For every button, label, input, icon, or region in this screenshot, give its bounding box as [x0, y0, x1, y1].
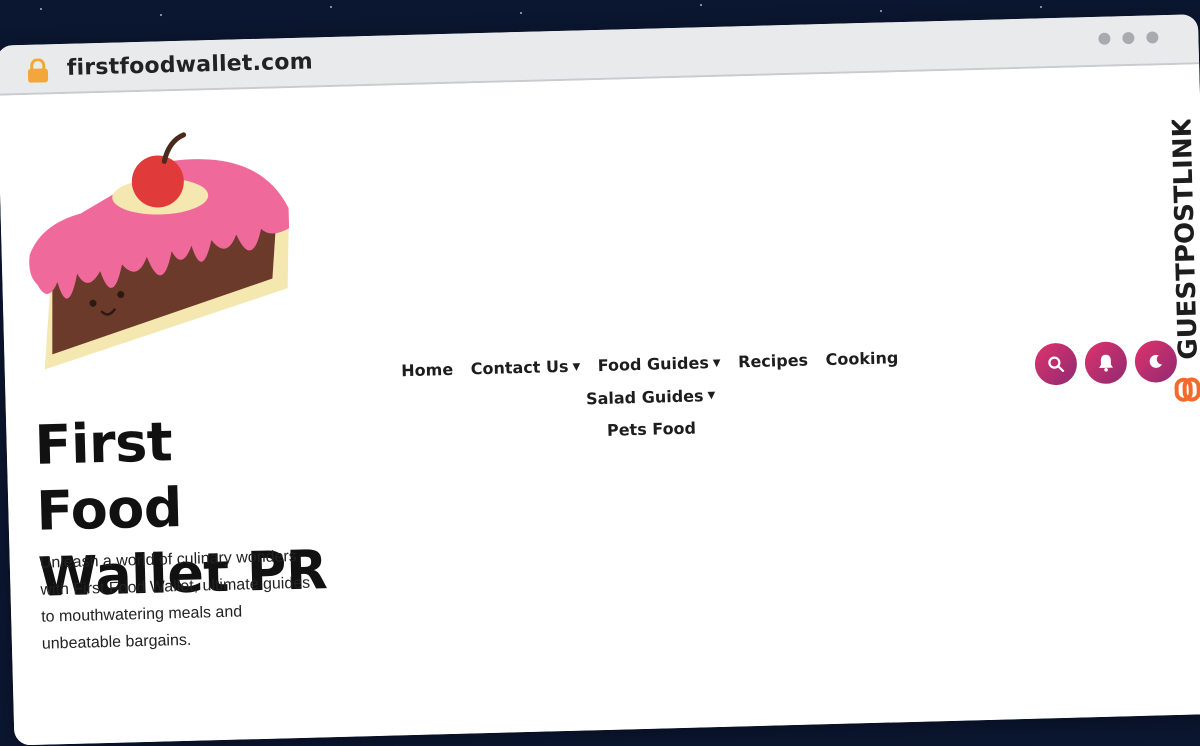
nav-item-food-guides[interactable]: Food Guides ▼	[597, 347, 721, 383]
nav-item-label: Pets Food	[606, 418, 697, 440]
url-text[interactable]: firstfoodwallet.com	[67, 49, 314, 80]
nav-item-home[interactable]: Home	[401, 354, 454, 387]
browser-frame: firstfoodwallet.com First Food Wallet PR…	[0, 14, 1200, 746]
bell-icon	[1099, 354, 1114, 372]
link-icon	[1174, 377, 1200, 402]
caret-down-icon: ▼	[707, 390, 716, 402]
nav-item-label: Contact Us	[470, 356, 569, 379]
nav-item-contact-us[interactable]: Contact Us ▼	[470, 351, 580, 386]
notifications-button[interactable]	[1084, 341, 1128, 385]
guestpostlinks-watermark: GUESTPOSTLINKS	[1167, 119, 1200, 402]
search-icon	[1048, 356, 1065, 372]
nav-item-label: Cooking	[825, 348, 899, 370]
nav-item-cooking[interactable]: Cooking	[825, 342, 899, 376]
caret-down-icon: ▼	[572, 361, 581, 373]
web-page: First Food Wallet PR Unleash a world of …	[0, 64, 1200, 746]
search-button[interactable]	[1034, 342, 1078, 386]
nav-item-label: Home	[401, 359, 454, 381]
watermark-text: GUESTPOSTLINKS	[1167, 119, 1200, 360]
window-controls	[1098, 31, 1159, 45]
caret-down-icon: ▼	[712, 357, 721, 369]
nav-item-label: Recipes	[737, 350, 809, 372]
lock-icon	[27, 58, 49, 83]
moon-icon	[1149, 354, 1162, 368]
nav-item-recipes[interactable]: Recipes	[738, 345, 809, 379]
browser-window: firstfoodwallet.com First Food Wallet PR…	[0, 0, 1200, 746]
nav-item-salad-guides[interactable]: Salad Guides ▼	[586, 380, 716, 416]
nav-item-pets-food[interactable]: Pets Food	[607, 413, 697, 447]
window-dot-icon[interactable]	[1122, 31, 1135, 45]
nav-item-label: Food Guides	[597, 353, 710, 376]
window-dot-icon[interactable]	[1146, 31, 1159, 44]
nav-item-label: Salad Guides	[585, 385, 704, 408]
window-dot-icon[interactable]	[1098, 32, 1111, 45]
main-navigation: Home Contact Us ▼ Food Guides ▼ Recipes Co…	[334, 340, 966, 453]
cake-logo-icon[interactable]	[19, 128, 306, 395]
header-actions	[1034, 339, 1178, 386]
site-tagline: Unleash a world of culinary wonders with…	[39, 548, 311, 653]
